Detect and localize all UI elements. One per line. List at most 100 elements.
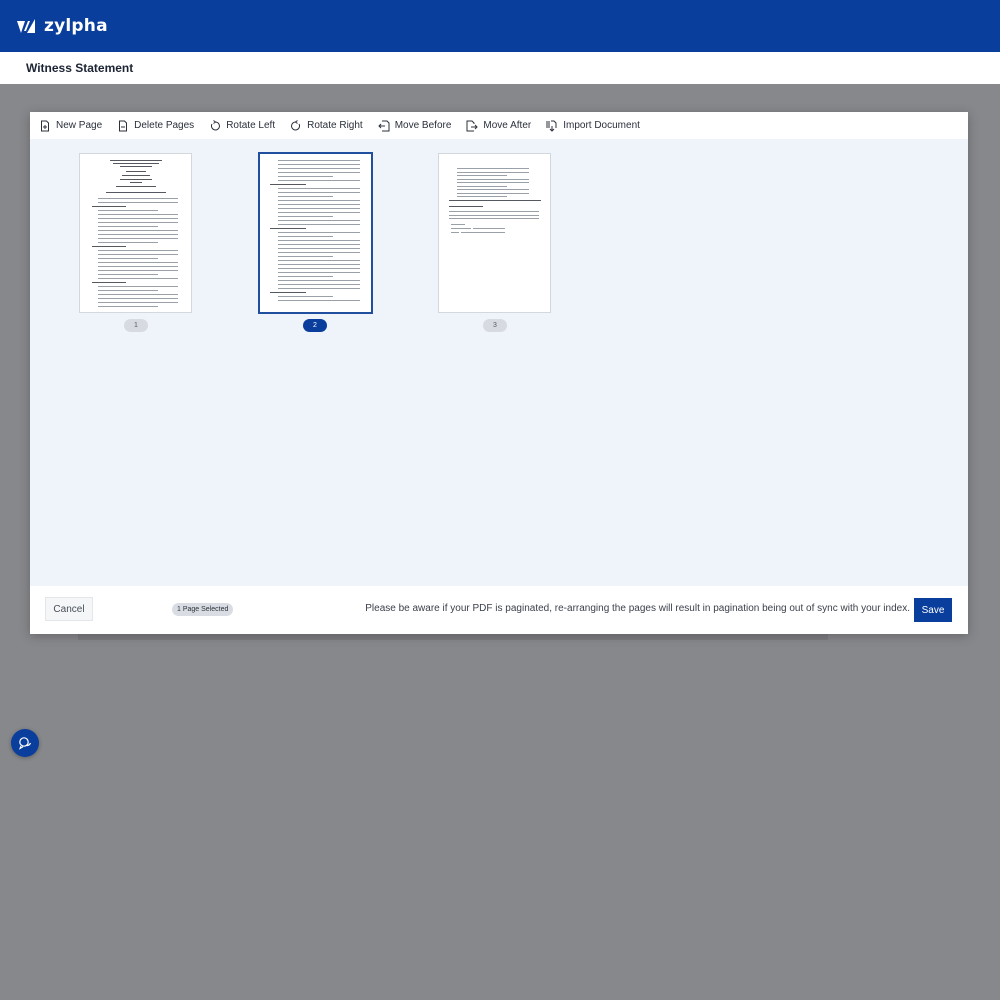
thumbnail-text-line bbox=[278, 236, 333, 237]
thumbnail-text-line bbox=[278, 216, 333, 217]
thumbnail-text-line bbox=[113, 163, 159, 164]
thumbnail-text-line bbox=[98, 226, 158, 227]
import-document-label: Import Document bbox=[563, 120, 640, 131]
thumbnail-text-line bbox=[278, 204, 360, 205]
thumbnail-text-line bbox=[278, 276, 333, 277]
thumbnail-text-line bbox=[92, 206, 126, 207]
thumbnail-text-line bbox=[278, 160, 360, 161]
thumbnail-text-line bbox=[278, 164, 360, 165]
page-title: Witness Statement bbox=[26, 61, 134, 75]
thumbnail-text-line bbox=[98, 234, 178, 235]
thumbnail-text-line bbox=[98, 290, 158, 291]
new-page-icon bbox=[41, 120, 49, 131]
thumbnail-text-line bbox=[98, 262, 178, 263]
thumbnail-text-line bbox=[473, 228, 505, 229]
page-thumbnail-1[interactable] bbox=[79, 153, 192, 313]
top-bar: zylpha bbox=[0, 0, 1000, 52]
thumbnail-text-line bbox=[130, 182, 142, 183]
thumbnail-text-line bbox=[457, 178, 529, 180]
thumbnail-text-line bbox=[98, 254, 178, 255]
thumbnail-text-line bbox=[449, 214, 539, 216]
save-button[interactable]: Save bbox=[914, 598, 952, 622]
new-page-button[interactable]: New Page bbox=[39, 120, 102, 132]
delete-pages-label: Delete Pages bbox=[134, 120, 195, 131]
thumbnail-text-line bbox=[451, 232, 459, 233]
title-bar: Witness Statement bbox=[0, 52, 1000, 84]
thumbnail-text-line bbox=[126, 171, 146, 172]
thumbnail-text-line bbox=[278, 168, 360, 169]
thumbnail-text-line bbox=[98, 210, 158, 211]
thumbnail-text-line bbox=[98, 286, 178, 287]
rotate-left-icon bbox=[211, 119, 221, 130]
thumbnail-text-line bbox=[278, 240, 360, 241]
thumbnail-text-line bbox=[120, 166, 152, 167]
rotate-left-button[interactable]: Rotate Left bbox=[209, 119, 275, 132]
thumbnail-text-line bbox=[98, 214, 178, 215]
thumbnail-text-line bbox=[278, 176, 333, 177]
page-thumbnail-2[interactable] bbox=[258, 152, 373, 314]
thumbnail-text-line bbox=[278, 280, 360, 281]
thumbnail-text-line bbox=[98, 274, 158, 275]
thumbnail-text-line bbox=[278, 284, 360, 285]
thumbnail-text-line bbox=[278, 252, 360, 253]
rotate-right-button[interactable]: Rotate Right bbox=[290, 119, 363, 132]
thumbnail-text-line bbox=[270, 184, 306, 185]
thumbnail-text-line bbox=[461, 232, 505, 233]
page-thumbnail-3[interactable] bbox=[438, 153, 551, 313]
thumbnail-text-line bbox=[98, 302, 178, 303]
page-number-badge-1: 1 bbox=[124, 319, 148, 332]
zylpha-logo-icon bbox=[17, 19, 35, 33]
thumbnail-text-line bbox=[278, 300, 360, 301]
thumbnail-text-line bbox=[98, 294, 178, 295]
thumbnail-text-line bbox=[92, 282, 126, 283]
thumbnail-text-line bbox=[449, 200, 541, 201]
thumbnail-text-line bbox=[98, 238, 178, 239]
thumbnail-text-line bbox=[457, 189, 529, 190]
rotate-right-icon bbox=[291, 119, 301, 130]
page-toolbar: New Page Delete Pages Rotate Left Rotate… bbox=[30, 112, 968, 139]
thumbnail-text-line bbox=[92, 246, 126, 247]
pagination-warning-text: Please be aware if your PDF is paginated… bbox=[365, 603, 910, 614]
brand-logo[interactable]: zylpha bbox=[16, 16, 108, 36]
page-number-badge-3: 3 bbox=[483, 319, 507, 332]
thumbnail-text-line bbox=[120, 179, 152, 180]
thumbnail-text-line bbox=[278, 256, 333, 257]
thumbnail-text-line bbox=[98, 250, 178, 251]
thumbnail-text-line bbox=[278, 200, 360, 201]
thumbnail-text-line bbox=[98, 198, 178, 199]
page-grid: 1 2 3 bbox=[30, 139, 968, 586]
thumbnail-text-line bbox=[98, 270, 178, 271]
move-before-label: Move Before bbox=[394, 120, 452, 131]
thumbnail-text-line bbox=[116, 186, 156, 187]
thumbnail-text-line bbox=[457, 168, 529, 169]
thumbnail-text-line bbox=[278, 188, 360, 189]
thumbnail-text-line bbox=[449, 206, 483, 207]
thumbnail-text-line bbox=[451, 228, 471, 229]
thumbnail-text-line bbox=[98, 242, 158, 243]
thumbnail-text-line bbox=[278, 272, 360, 273]
thumbnail-text-line bbox=[106, 192, 166, 193]
help-chat-button[interactable] bbox=[11, 729, 39, 757]
new-page-label: New Page bbox=[56, 120, 103, 131]
page-number-badge-2: 2 bbox=[303, 319, 327, 332]
thumbnail-text-line bbox=[278, 172, 360, 173]
move-after-button[interactable]: Move After bbox=[466, 120, 531, 132]
thumbnail-text-line bbox=[98, 222, 178, 223]
thumbnail-text-line bbox=[98, 266, 178, 267]
thumbnail-text-line bbox=[270, 228, 306, 229]
delete-pages-button[interactable]: Delete Pages bbox=[117, 120, 194, 132]
thumbnail-text-line bbox=[278, 244, 360, 245]
cancel-button[interactable]: Cancel bbox=[45, 597, 93, 621]
import-document-button[interactable]: Import Document bbox=[546, 120, 640, 132]
thumbnail-text-line bbox=[278, 196, 333, 197]
selection-count-badge: 1 Page Selected bbox=[172, 603, 234, 616]
move-before-icon bbox=[377, 120, 390, 131]
thumbnail-text-line bbox=[457, 185, 507, 187]
brand-name: zylpha bbox=[44, 16, 108, 36]
thumbnail-text-line bbox=[457, 196, 507, 197]
thumbnail-text-line bbox=[449, 211, 539, 212]
thumbnail-text-line bbox=[278, 260, 360, 261]
move-before-button[interactable]: Move Before bbox=[377, 120, 452, 132]
thumbnail-text-line bbox=[457, 192, 529, 194]
thumbnail-text-line bbox=[278, 192, 360, 193]
